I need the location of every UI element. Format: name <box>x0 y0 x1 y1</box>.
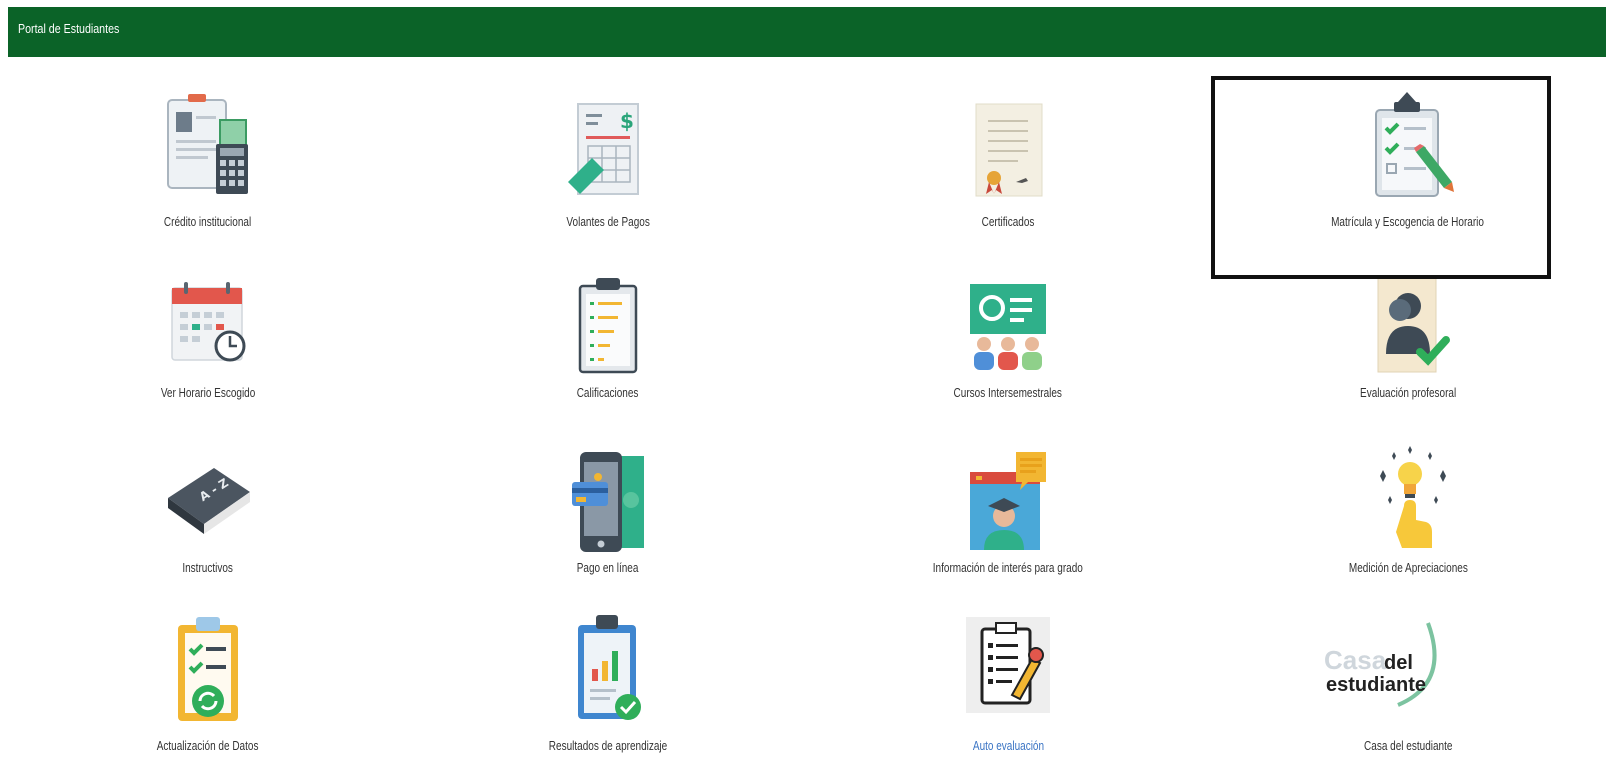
tile-instructivos[interactable]: A - Z Instructivos <box>8 420 408 585</box>
casa-del-estudiante-logo: Casa del estudiante <box>1318 603 1458 728</box>
tile-label: Certificados <box>981 215 1035 229</box>
tile-label: Auto evaluación <box>972 739 1044 753</box>
tile-certificados[interactable]: Certificados <box>808 70 1208 240</box>
data-update-icon <box>158 603 258 728</box>
tile-label: Información de interés para grado <box>932 561 1084 575</box>
tiles-grid: Crédito institucional $ Volantes de Pago… <box>8 70 1608 764</box>
learning-results-icon <box>558 603 658 728</box>
tile-credito-institucional[interactable]: Crédito institucional <box>8 70 408 240</box>
svg-text:del: del <box>1384 652 1413 674</box>
tile-calificaciones[interactable]: Calificaciones <box>408 250 808 410</box>
tile-evaluacion-profesoral[interactable]: Evaluación profesoral <box>1208 250 1608 410</box>
tile-label: Instructivos <box>182 561 234 575</box>
tile-matricula-escogencia-horario[interactable]: Matrícula y Escogencia de Horario <box>1208 70 1608 240</box>
tile-casa-del-estudiante[interactable]: Casa del estudiante Casa del estudiante <box>1208 595 1608 764</box>
tile-pago-en-linea[interactable]: Pago en línea <box>408 420 808 585</box>
tile-cursos-intersemestrales[interactable]: Cursos Intersemestrales <box>808 250 1208 410</box>
tile-informacion-interes-grado[interactable]: Información de interés para grado <box>808 420 1208 585</box>
tile-actualizacion-de-datos[interactable]: Actualización de Datos <box>8 595 408 764</box>
enrollment-checklist-icon <box>1358 82 1458 207</box>
tile-label: Evaluación profesoral <box>1359 386 1457 400</box>
tile-label: Medición de Apreciaciones <box>1348 561 1468 575</box>
tile-volantes-de-pagos[interactable]: $ Volantes de Pagos <box>408 70 808 240</box>
tile-label: Calificaciones <box>577 386 639 400</box>
svg-text:$: $ <box>620 109 634 133</box>
tile-label: Volantes de Pagos <box>566 215 650 229</box>
teacher-evaluation-icon <box>1358 258 1458 383</box>
book-icon: A - Z <box>158 436 258 561</box>
svg-text:estudiante: estudiante <box>1326 674 1426 696</box>
tile-medicion-apreciaciones[interactable]: Medición de Apreciaciones <box>1208 420 1608 585</box>
tile-resultados-de-aprendizaje[interactable]: Resultados de aprendizaje <box>408 595 808 764</box>
tile-label: Pago en línea <box>577 561 639 575</box>
tile-ver-horario-escogido[interactable]: Ver Horario Escogido <box>8 250 408 410</box>
grades-clipboard-icon <box>558 258 658 383</box>
portal-title: Portal de Estudiantes <box>18 21 120 36</box>
institutional-credit-icon <box>158 82 258 207</box>
payment-voucher-icon: $ <box>558 82 658 207</box>
classroom-icon <box>958 258 1058 383</box>
online-payment-icon <box>558 436 658 561</box>
calendar-clock-icon <box>158 258 258 383</box>
tile-label: Casa del estudiante <box>1363 739 1453 753</box>
tile-auto-evaluacion[interactable]: Auto evaluación <box>808 595 1208 764</box>
tile-label: Actualización de Datos <box>157 739 259 753</box>
portal-header: Portal de Estudiantes <box>8 7 1610 57</box>
svg-text:Casa: Casa <box>1324 645 1387 675</box>
tile-label: Resultados de aprendizaje <box>548 739 668 753</box>
lightbulb-hand-icon <box>1358 436 1458 561</box>
tile-label: Ver Horario Escogido <box>160 386 256 400</box>
graduation-info-icon <box>958 436 1058 561</box>
self-evaluation-icon <box>958 603 1058 728</box>
header-edge <box>1606 7 1610 57</box>
tile-label: Crédito institucional <box>164 215 252 229</box>
certificate-icon <box>958 82 1058 207</box>
tile-label: Matrícula y Escogencia de Horario <box>1331 215 1485 229</box>
tile-label: Cursos Intersemestrales <box>953 386 1063 400</box>
